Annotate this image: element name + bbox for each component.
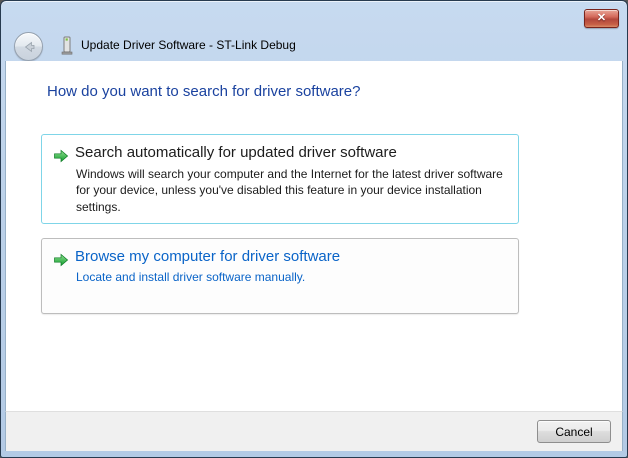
option-description: Locate and install driver software manua… bbox=[76, 270, 306, 284]
option-search-automatically[interactable]: Search automatically for updated driver … bbox=[41, 134, 519, 224]
navigation-bar: Update Driver Software - ST-Link Debug bbox=[1, 31, 627, 61]
wizard-content: How do you want to search for driver sof… bbox=[5, 61, 623, 411]
option-description: Windows will search your computer and th… bbox=[76, 167, 503, 214]
window-title: Update Driver Software - ST-Link Debug bbox=[81, 38, 296, 52]
back-button[interactable] bbox=[14, 32, 43, 61]
titlebar: ✕ bbox=[1, 1, 627, 31]
device-icon bbox=[61, 36, 73, 55]
green-arrow-right-icon bbox=[54, 149, 69, 163]
close-button[interactable]: ✕ bbox=[584, 9, 619, 28]
green-arrow-right-icon bbox=[54, 253, 69, 267]
arrow-left-icon bbox=[24, 41, 34, 52]
cancel-button[interactable]: Cancel bbox=[537, 420, 611, 443]
option-title: Browse my computer for driver software bbox=[75, 248, 341, 265]
option-title: Search automatically for updated driver … bbox=[75, 144, 397, 161]
update-driver-wizard-window: ✕ Update Driver Software - ST-Link Debug… bbox=[0, 0, 628, 458]
page-title: How do you want to search for driver sof… bbox=[47, 83, 361, 100]
window-frame-bottom bbox=[1, 449, 627, 457]
option-browse-computer[interactable]: Browse my computer for driver software L… bbox=[41, 238, 519, 314]
close-icon: ✕ bbox=[596, 12, 607, 24]
footer: Cancel bbox=[5, 411, 623, 451]
